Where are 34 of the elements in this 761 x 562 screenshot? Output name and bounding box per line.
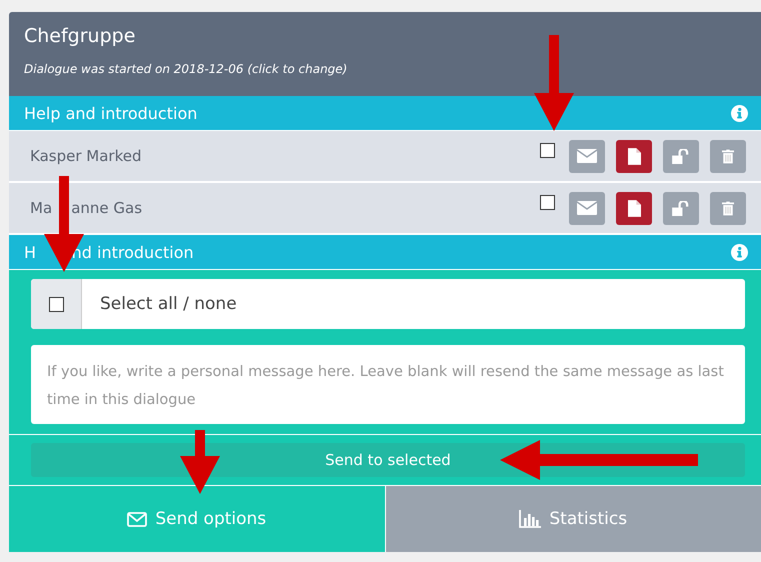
recipient-checkbox[interactable] bbox=[540, 142, 555, 158]
delete-button[interactable] bbox=[710, 140, 746, 172]
email-button[interactable] bbox=[569, 140, 605, 172]
envelope-icon bbox=[577, 201, 597, 215]
message-field[interactable]: If you like, write a personal message here. Leave blank will resend the same message as last time in this dialogue bbox=[31, 345, 745, 424]
annotation-arrow bbox=[180, 430, 220, 494]
envelope-icon bbox=[127, 512, 148, 526]
unlock-button[interactable] bbox=[663, 192, 699, 224]
padlock-icon bbox=[672, 200, 690, 216]
tab[interactable]: Send options bbox=[9, 486, 386, 552]
info-icon[interactable] bbox=[731, 244, 748, 260]
email-button[interactable] bbox=[569, 192, 605, 224]
document-button[interactable] bbox=[616, 192, 652, 224]
trash-icon bbox=[722, 200, 734, 216]
group-title: Chefgruppe bbox=[24, 25, 136, 47]
info-icon[interactable] bbox=[731, 104, 748, 122]
select-all-label: Select all / none bbox=[99, 294, 237, 314]
delete-button[interactable] bbox=[710, 192, 746, 224]
trash-icon bbox=[722, 148, 734, 164]
recipient-name: Kasper Marked bbox=[30, 147, 142, 165]
envelope-icon bbox=[577, 149, 597, 163]
recipient-name: Ma anne Gas bbox=[30, 199, 142, 217]
document-icon bbox=[628, 148, 640, 164]
recipient-checkbox[interactable] bbox=[540, 194, 555, 210]
document-button[interactable] bbox=[616, 140, 652, 172]
select-all-field[interactable]: Select all / none bbox=[31, 279, 745, 329]
document-icon bbox=[628, 200, 640, 216]
unlock-button[interactable] bbox=[663, 140, 699, 172]
dialogue-date-link[interactable]: Dialogue was started on 2018-12-06 (click to change) bbox=[24, 62, 746, 76]
section-title: Help and introduction bbox=[24, 104, 198, 122]
bar-chart-icon bbox=[519, 510, 542, 528]
select-all-checkbox[interactable] bbox=[48, 296, 64, 312]
tab[interactable]: Statistics bbox=[386, 486, 761, 552]
padlock-icon bbox=[672, 148, 690, 164]
